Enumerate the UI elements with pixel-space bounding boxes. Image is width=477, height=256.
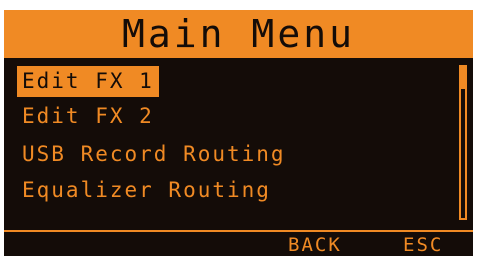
- lcd-display: Main Menu Edit FX 1 Edit FX 2 USB Record…: [4, 10, 473, 256]
- back-button[interactable]: BACK: [288, 234, 342, 256]
- menu-item-edit-fx-1[interactable]: Edit FX 1: [17, 66, 159, 97]
- footer-divider: [4, 230, 473, 232]
- esc-button[interactable]: ESC: [403, 234, 443, 256]
- menu-item-usb-record-routing[interactable]: USB Record Routing: [17, 139, 291, 170]
- menu-scrollbar[interactable]: [459, 65, 467, 220]
- scrollbar-thumb[interactable]: [461, 67, 465, 89]
- screen-title: Main Menu: [122, 12, 355, 56]
- title-bar: Main Menu: [4, 10, 473, 58]
- menu-item-edit-fx-2[interactable]: Edit FX 2: [17, 101, 159, 132]
- menu-item-equalizer-routing[interactable]: Equalizer Routing: [17, 175, 276, 206]
